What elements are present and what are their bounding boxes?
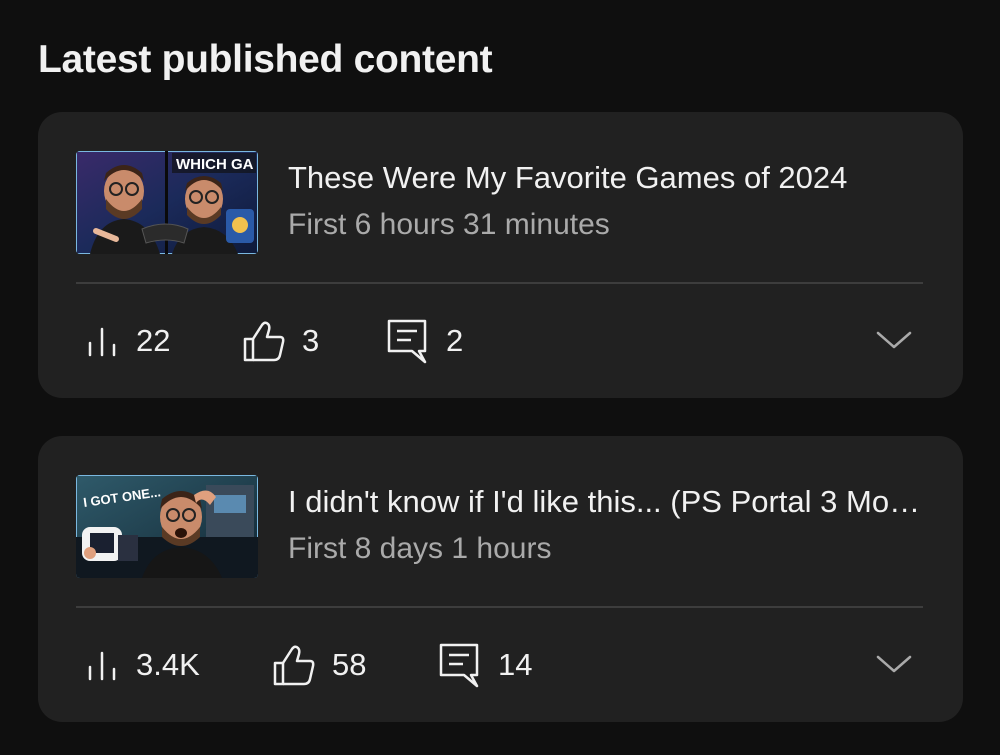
video-period: First 8 days 1 hours: [288, 532, 552, 565]
video-card[interactable]: WHICH GA These Were My Favorite Games of…: [38, 112, 963, 398]
section-title: Latest published content: [38, 38, 493, 81]
video-title[interactable]: These Were My Favorite Games of 2024: [288, 160, 923, 196]
divider: [76, 606, 923, 608]
thumbs-up-icon: [272, 643, 316, 687]
views-stat: 3.4K: [86, 639, 200, 691]
video-thumbnail[interactable]: I GOT ONE...: [76, 475, 258, 578]
views-count: 22: [136, 323, 171, 358]
video-title[interactable]: I didn't know if I'd like this... (PS Po…: [288, 484, 923, 520]
likes-stat: 58: [272, 639, 366, 691]
thumbs-up-icon: [242, 319, 286, 363]
comment-icon: [386, 318, 428, 364]
video-card[interactable]: I GOT ONE... I didn't know if I'd like t…: [38, 436, 963, 722]
likes-count: 3: [302, 323, 320, 358]
comments-stat: 2: [386, 315, 463, 367]
comments-count: 14: [498, 647, 533, 682]
views-stat: 22: [86, 315, 170, 367]
divider: [76, 282, 923, 284]
comment-icon: [438, 642, 480, 688]
bar-chart-icon: [86, 649, 122, 681]
chevron-down-icon: [876, 331, 912, 349]
views-count: 3.4K: [136, 647, 200, 682]
expand-button[interactable]: [874, 649, 914, 679]
chevron-down-icon: [876, 655, 912, 673]
thumbnail-text: WHICH GA: [176, 156, 254, 173]
bar-chart-icon: [86, 325, 122, 357]
likes-stat: 3: [242, 315, 319, 367]
expand-button[interactable]: [874, 325, 914, 355]
video-period: First 6 hours 31 minutes: [288, 208, 610, 241]
comments-stat: 14: [438, 639, 532, 691]
latest-content-page: Latest published content WHICH GA These …: [0, 0, 1000, 755]
video-thumbnail[interactable]: WHICH GA: [76, 151, 258, 254]
comments-count: 2: [446, 323, 464, 358]
likes-count: 58: [332, 647, 367, 682]
